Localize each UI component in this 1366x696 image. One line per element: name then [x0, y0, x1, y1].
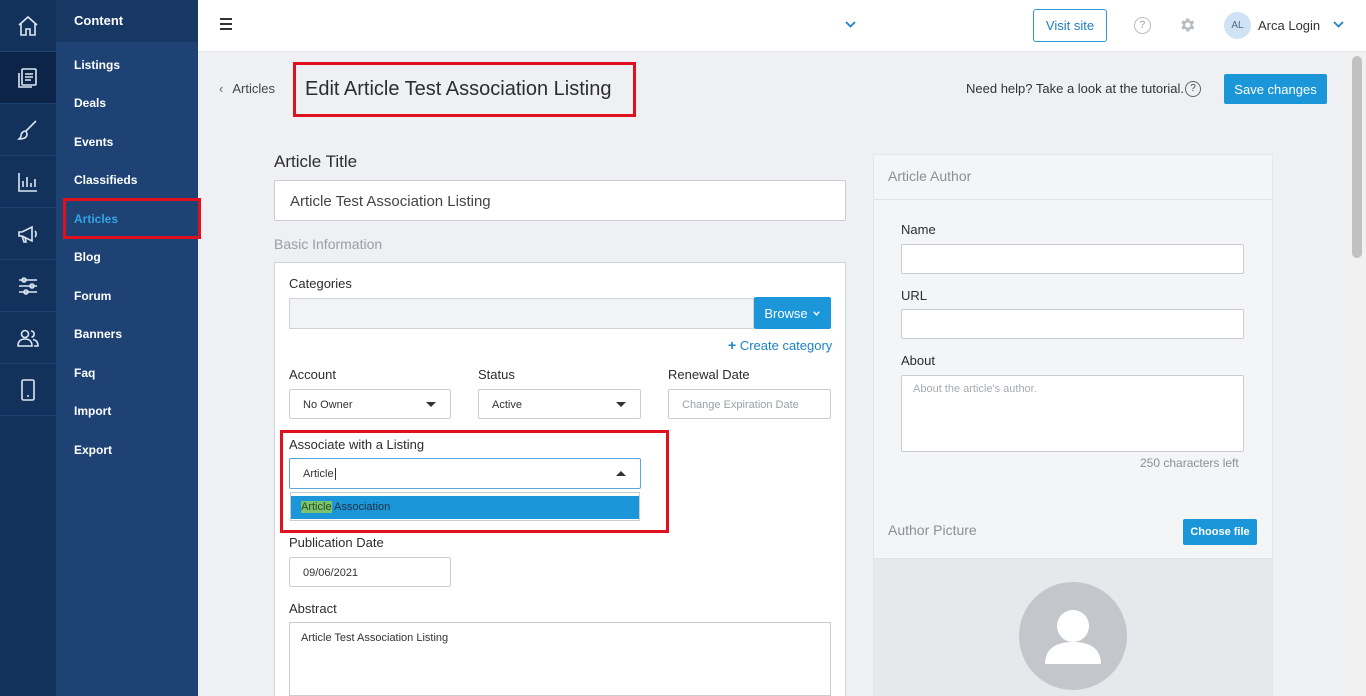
characters-left-counter: 250 characters left: [1140, 456, 1239, 470]
content-icon: [18, 67, 37, 88]
author-about-label: About: [901, 353, 935, 368]
caret-down-icon: [616, 402, 626, 407]
chevron-down-icon[interactable]: [844, 18, 857, 31]
breadcrumb[interactable]: ‹ Articles: [219, 81, 275, 96]
rail-reports[interactable]: [0, 156, 56, 208]
highlight-box-associate-listing: [280, 430, 669, 533]
rail-design[interactable]: [0, 104, 56, 156]
subnav-item-banners[interactable]: Banners: [74, 327, 122, 341]
categories-label: Categories: [289, 276, 352, 291]
article-author-heading: Article Author: [888, 168, 972, 184]
account-select[interactable]: No Owner: [289, 389, 451, 419]
publication-date-label: Publication Date: [289, 535, 384, 550]
sliders-icon: [19, 276, 37, 295]
mobile-icon: [21, 378, 35, 401]
browse-button[interactable]: Browse: [754, 297, 831, 329]
chevron-left-icon: ‹: [219, 81, 224, 96]
subnav-item-import[interactable]: Import: [74, 404, 111, 418]
subnav-item-deals[interactable]: Deals: [74, 96, 106, 110]
subnav-item-events[interactable]: Events: [74, 135, 113, 149]
plus-icon: +: [728, 337, 737, 353]
highlight-box-articles-nav: [63, 198, 201, 239]
account-value: No Owner: [303, 399, 353, 411]
basic-information-heading: Basic Information: [274, 236, 383, 252]
rail-home[interactable]: [0, 0, 56, 52]
scrollbar-thumb[interactable]: [1352, 56, 1362, 258]
visit-site-button[interactable]: Visit site: [1033, 9, 1107, 42]
account-label: Account: [289, 367, 336, 382]
choose-file-button[interactable]: Choose file: [1183, 519, 1257, 545]
highlight-box-page-title: [293, 62, 636, 117]
subnav-item-classifieds[interactable]: Classifieds: [74, 173, 137, 187]
question-icon[interactable]: ?: [1185, 81, 1201, 97]
subnav-item-faq[interactable]: Faq: [74, 366, 95, 380]
divider: [874, 199, 1272, 200]
renewal-date-placeholder: Change Expiration Date: [682, 399, 799, 411]
home-icon: [18, 15, 38, 36]
rail-promote[interactable]: [0, 208, 56, 260]
article-title-label: Article Title: [274, 152, 358, 171]
subnav-item-forum[interactable]: Forum: [74, 289, 111, 303]
brush-icon: [17, 119, 37, 140]
default-avatar-icon: [1019, 582, 1127, 690]
top-bar: Visit site ? AL Arca Login: [198, 0, 1366, 52]
renewal-date-label: Renewal Date: [668, 367, 750, 382]
author-url-label: URL: [901, 288, 928, 303]
users-icon: [17, 329, 39, 347]
author-picture-heading: Author Picture: [888, 522, 977, 538]
subnav-item-blog[interactable]: Blog: [74, 250, 101, 264]
abstract-label: Abstract: [289, 601, 337, 616]
subnav-heading: Content: [56, 0, 198, 42]
author-name-label: Name: [901, 222, 936, 237]
caret-down-icon: [426, 402, 436, 407]
help-icon[interactable]: ?: [1134, 17, 1151, 34]
bar-chart-icon: [18, 172, 37, 192]
avatar[interactable]: AL: [1224, 12, 1251, 39]
hamburger-menu-icon[interactable]: [220, 18, 232, 33]
article-title-input[interactable]: Article Test Association Listing: [274, 180, 846, 221]
subnav-item-export[interactable]: Export: [74, 443, 112, 457]
renewal-date-input[interactable]: Change Expiration Date: [668, 389, 831, 419]
create-category-link[interactable]: + Create category: [728, 337, 832, 353]
megaphone-icon: [18, 225, 37, 243]
rail-content[interactable]: [0, 52, 56, 104]
gear-icon[interactable]: [1178, 16, 1196, 34]
status-value: Active: [492, 399, 522, 411]
chevron-down-icon[interactable]: [1332, 18, 1345, 31]
abstract-textarea[interactable]: Article Test Association Listing: [289, 622, 831, 696]
author-about-textarea[interactable]: About the article's author.: [901, 375, 1244, 452]
tutorial-help-link[interactable]: Need help? Take a look at the tutorial.: [966, 81, 1184, 96]
user-name[interactable]: Arca Login: [1258, 18, 1320, 33]
publication-date-input[interactable]: 09/06/2021: [289, 557, 451, 587]
status-select[interactable]: Active: [478, 389, 641, 419]
subnav-item-listings[interactable]: Listings: [74, 58, 120, 72]
icon-rail: [0, 0, 56, 696]
browse-label: Browse: [764, 305, 808, 321]
status-label: Status: [478, 367, 515, 382]
author-url-input[interactable]: [901, 309, 1244, 339]
rail-users[interactable]: [0, 312, 56, 364]
publication-date-value: 09/06/2021: [303, 567, 359, 579]
author-name-input[interactable]: [901, 244, 1244, 274]
chevron-down-icon: [812, 310, 820, 316]
rail-mobile[interactable]: [0, 364, 56, 416]
content-subnav: Content Listings Deals Events Classified…: [56, 0, 198, 696]
create-category-label: Create category: [739, 338, 833, 353]
breadcrumb-articles[interactable]: Articles: [232, 81, 275, 96]
rail-settings[interactable]: [0, 260, 56, 312]
categories-field[interactable]: [289, 298, 754, 329]
save-changes-button[interactable]: Save changes: [1224, 74, 1327, 104]
